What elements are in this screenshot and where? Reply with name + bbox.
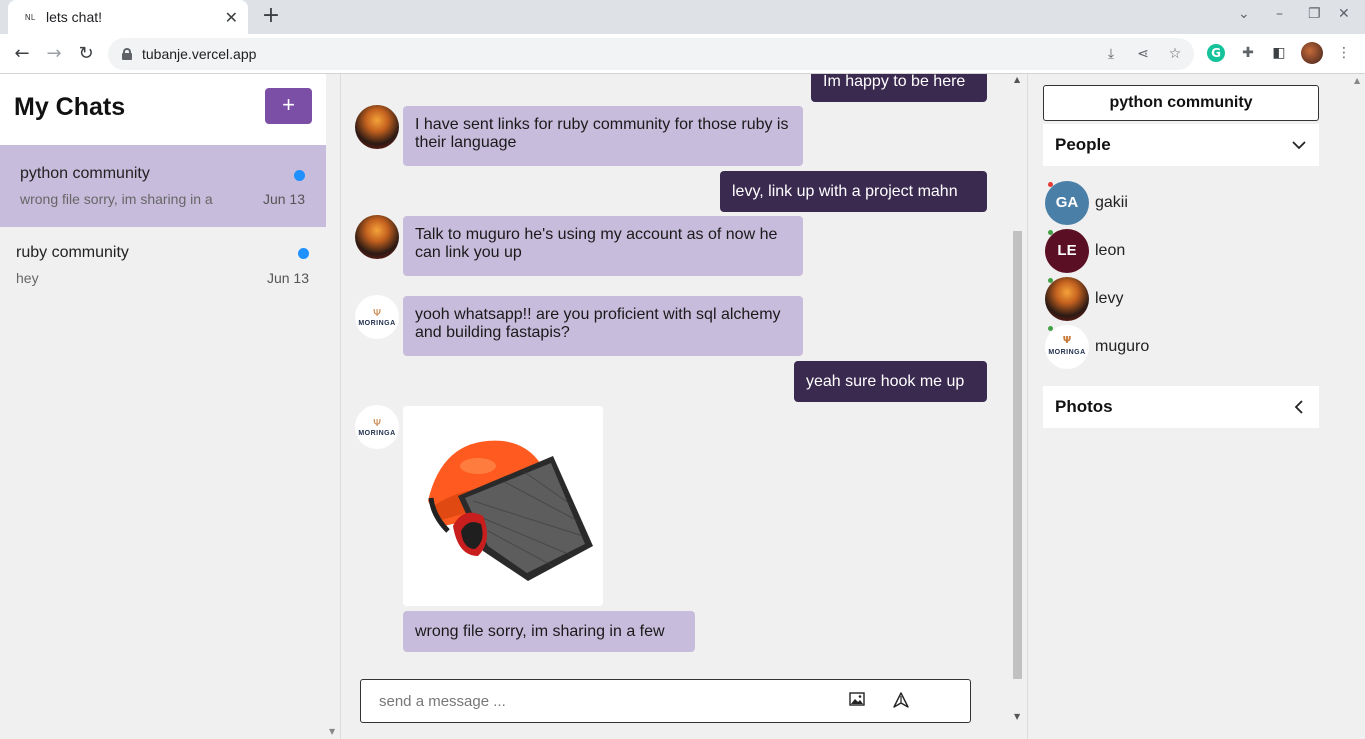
tab-search-icon[interactable]: ⌄ (1238, 6, 1250, 22)
close-tab-icon[interactable]: ✕ (225, 8, 238, 27)
moringa-logo-text: MORINGA (1048, 349, 1086, 356)
member-avatar: Ψ MORINGA (1045, 325, 1089, 369)
photos-section-header[interactable]: Photos (1043, 386, 1319, 428)
chat-list-item[interactable]: python community wrong file sorry, im sh… (0, 145, 326, 227)
member-item-leon[interactable]: LE leon (1045, 229, 1305, 273)
message-area: Im happy to be here I have sent links fo… (342, 74, 1026, 739)
message-composer (360, 679, 971, 723)
people-label: People (1055, 135, 1111, 154)
member-item-muguro[interactable]: Ψ MORINGA muguro (1045, 325, 1305, 369)
status-dot (1048, 278, 1053, 283)
moringa-logo-text: MORINGA (358, 319, 396, 327)
outgoing-message: levy, link up with a project mahn (720, 171, 987, 212)
new-chat-button[interactable]: + (265, 88, 312, 124)
room-name-button[interactable]: python community (1043, 85, 1319, 121)
side-panel-icon[interactable]: ◧ (1268, 42, 1290, 64)
restore-icon[interactable]: ❐ (1308, 6, 1321, 22)
member-avatar (1045, 277, 1089, 321)
browser-toolbar: ← → ↻ tubanje.vercel.app ⤓ ⋖ ☆ (0, 34, 1365, 74)
site-favicon-icon: NL (24, 12, 36, 22)
status-dot (1048, 230, 1053, 235)
chevron-down-icon (1292, 141, 1306, 150)
status-dot (1048, 326, 1053, 331)
incoming-message: wrong file sorry, im sharing in a few (403, 611, 695, 652)
chat-name: ruby community (16, 244, 129, 261)
outgoing-message: yeah sure hook me up (794, 361, 987, 402)
outgoing-message: Im happy to be here (811, 74, 987, 102)
chat-preview: wrong file sorry, im sharing in a (20, 191, 213, 207)
incoming-message: Talk to muguro he's using my account as … (403, 216, 803, 276)
photos-label: Photos (1055, 397, 1113, 416)
send-icon[interactable] (892, 692, 910, 710)
message-scrollbar-thumb[interactable] (1013, 231, 1022, 679)
browser-tab[interactable]: NL lets chat! ✕ (8, 0, 248, 34)
member-name: gakii (1095, 194, 1128, 211)
unread-indicator (298, 248, 309, 259)
browser-tab-strip: NL lets chat! ✕ + ⌄ – ❐ ✕ (0, 0, 1365, 34)
scroll-up-arrow-icon[interactable]: ▲ (1354, 76, 1360, 85)
people-section-header[interactable]: People (1043, 124, 1319, 166)
member-item-levy[interactable]: levy (1045, 277, 1305, 321)
chat-preview: hey (16, 270, 39, 286)
chat-list-header: My Chats + (0, 74, 326, 145)
browser-menu-icon[interactable]: ⋮ (1333, 42, 1355, 64)
safety-helmet-image (403, 406, 603, 606)
tab-title: lets chat! (46, 9, 103, 25)
member-name: muguro (1095, 338, 1150, 355)
bookmark-star-icon[interactable]: ☆ (1165, 44, 1185, 64)
room-details-panel: python community People GA gakii LE leon… (1027, 74, 1365, 739)
back-icon[interactable]: ← (10, 42, 34, 66)
address-bar[interactable]: tubanje.vercel.app ⤓ ⋖ ☆ (108, 38, 1194, 70)
moringa-logo-icon: Ψ (1062, 335, 1072, 346)
chevron-left-icon (1294, 400, 1303, 414)
lock-icon[interactable] (122, 48, 132, 60)
sender-avatar-muguro[interactable]: Ψ MORINGA (355, 295, 399, 339)
chat-date: Jun 13 (266, 270, 309, 286)
member-name: leon (1095, 242, 1126, 259)
moringa-logo-icon: Ψ (373, 417, 381, 429)
scroll-up-arrow-icon[interactable]: ▲ (1014, 75, 1020, 84)
member-avatar: GA (1045, 181, 1089, 225)
extensions-puzzle-icon[interactable]: ✚ (1237, 42, 1259, 64)
minimize-icon[interactable]: – (1276, 6, 1283, 22)
sender-avatar-levy[interactable] (355, 105, 399, 149)
new-tab-button[interactable]: + (258, 4, 284, 30)
profile-avatar[interactable] (1301, 42, 1323, 64)
member-avatar: LE (1045, 229, 1089, 273)
moringa-logo-text: MORINGA (358, 429, 396, 437)
moringa-logo-icon: Ψ (373, 307, 381, 319)
member-item-gakii[interactable]: GA gakii (1045, 181, 1305, 225)
unread-indicator (294, 170, 305, 181)
install-app-icon[interactable]: ⤓ (1101, 44, 1121, 64)
forward-icon[interactable]: → (42, 42, 66, 66)
message-input[interactable] (379, 691, 819, 711)
reload-icon[interactable]: ↻ (74, 42, 98, 66)
page-title: My Chats (14, 93, 126, 121)
share-icon[interactable]: ⋖ (1133, 44, 1153, 64)
incoming-message: I have sent links for ruby community for… (403, 106, 803, 166)
chat-list-panel: My Chats + python community wrong file s… (0, 74, 341, 739)
url-text[interactable]: tubanje.vercel.app (142, 46, 256, 62)
incoming-message: yooh whatsapp!! are you proficient with … (403, 296, 803, 356)
sender-avatar-muguro[interactable]: Ψ MORINGA (355, 405, 399, 449)
close-window-icon[interactable]: ✕ (1338, 6, 1350, 22)
sender-avatar-levy[interactable] (355, 215, 399, 259)
status-dot (1048, 182, 1053, 187)
chat-name: python community (20, 165, 150, 182)
image-icon[interactable] (848, 692, 866, 710)
scroll-down-arrow-icon[interactable]: ▼ (1014, 712, 1020, 721)
grammarly-icon[interactable]: G (1207, 44, 1225, 62)
member-name: levy (1095, 290, 1124, 307)
chat-list-item[interactable]: ruby community hey Jun 13 (0, 225, 326, 307)
chat-date: Jun 13 (262, 191, 305, 207)
image-message-safety-helmet[interactable] (403, 406, 603, 606)
scroll-down-arrow-icon[interactable]: ▼ (329, 727, 335, 736)
